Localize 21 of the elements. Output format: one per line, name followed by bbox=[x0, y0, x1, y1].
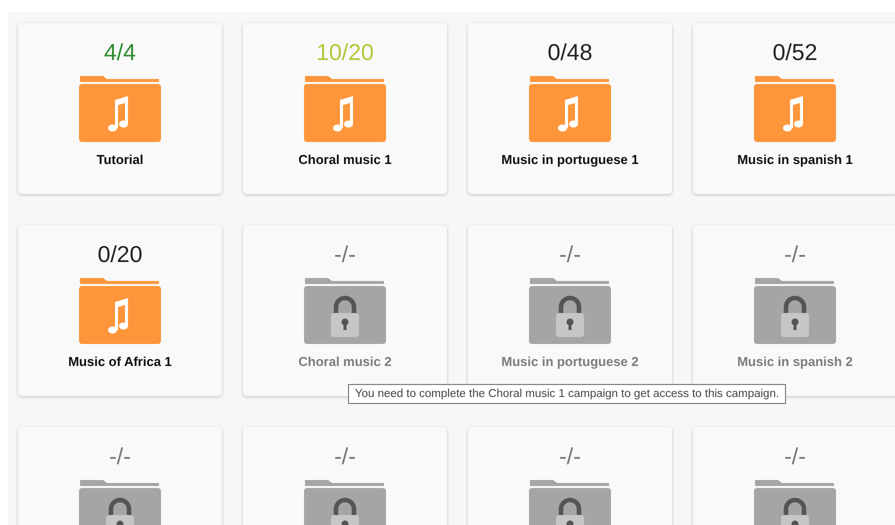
campaign-name: Music in spanish 1 bbox=[737, 152, 853, 167]
progress-count: -/- bbox=[784, 443, 806, 469]
progress-count: 0/20 bbox=[98, 241, 142, 267]
campaign-name: Choral music 2 bbox=[298, 354, 392, 369]
progress-count: 0/52 bbox=[772, 39, 818, 65]
campaign-name: Music in portuguese 1 bbox=[501, 152, 639, 167]
progress-count: 4/4 bbox=[104, 39, 136, 65]
progress-count: -/- bbox=[784, 241, 806, 267]
progress-count: 10/20 bbox=[316, 39, 374, 65]
campaign-name: Music of Africa 1 bbox=[68, 354, 172, 369]
campaign-name: Choral music 1 bbox=[298, 152, 392, 167]
progress-count: -/- bbox=[334, 443, 356, 469]
progress-count: -/- bbox=[559, 443, 581, 469]
tooltip: You need to complete the Choral music 1 campaign to get access to this campaign. bbox=[348, 384, 786, 404]
campaign-name: Music in spanish 2 bbox=[737, 354, 853, 369]
campaign-name: Tutorial bbox=[96, 152, 144, 167]
campaign-name: Music in portuguese 2 bbox=[501, 354, 639, 369]
progress-count: -/- bbox=[334, 241, 356, 267]
progress-count: -/- bbox=[109, 443, 131, 469]
progress-count: -/- bbox=[559, 241, 581, 267]
progress-count: 0/48 bbox=[548, 39, 592, 65]
